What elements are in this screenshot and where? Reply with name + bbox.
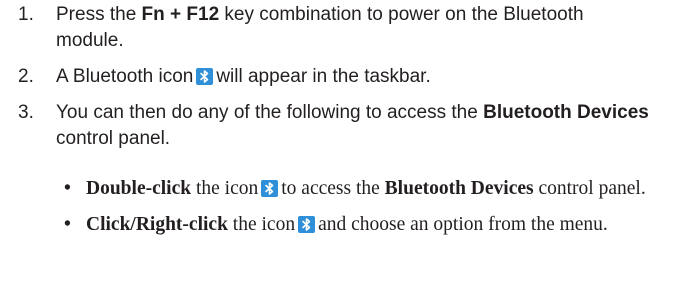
option-text: control panel. bbox=[533, 178, 646, 199]
key-combo: Fn + F12 bbox=[141, 4, 220, 25]
bullet: • bbox=[64, 178, 71, 199]
panel-name: Bluetooth Devices bbox=[483, 102, 649, 123]
option-text: and choose an option from the menu. bbox=[318, 214, 608, 235]
step-1: 1. Press the Fn + F12 key combination to … bbox=[0, 2, 656, 54]
step-number: 3. bbox=[18, 102, 34, 123]
bluetooth-icon bbox=[196, 68, 214, 85]
step-2: 2. A Bluetooth icon will appear in the tas… bbox=[0, 64, 656, 90]
bullet: • bbox=[64, 214, 71, 235]
action-label: Double-click bbox=[86, 178, 192, 199]
bluetooth-icon bbox=[298, 216, 316, 233]
step-number: 2. bbox=[18, 66, 34, 87]
option-text: to access the bbox=[281, 178, 385, 199]
step-text: control panel. bbox=[56, 128, 171, 149]
option-click-right-click: • Click/Right-click the icon and choose an… bbox=[0, 212, 646, 238]
step-text: Press the bbox=[56, 4, 142, 25]
step-text: will appear in the taskbar. bbox=[216, 66, 431, 87]
instruction-document: 1. Press the Fn + F12 key combination to … bbox=[0, 0, 684, 281]
option-text: the icon bbox=[227, 214, 296, 235]
steps-list: 1. Press the Fn + F12 key combination to … bbox=[0, 2, 684, 164]
options-list: • Double-click the icon to access the Blue… bbox=[0, 176, 646, 238]
action-label: Click/Right-click bbox=[86, 214, 228, 235]
step-3: 3. You can then do any of the following t… bbox=[0, 100, 656, 152]
step-number: 1. bbox=[18, 4, 34, 25]
step-text: You can then do any of the following to … bbox=[56, 102, 484, 123]
bluetooth-icon bbox=[261, 180, 279, 197]
option-double-click: • Double-click the icon to access the Blue… bbox=[0, 176, 646, 202]
step-text: A Bluetooth icon bbox=[56, 66, 194, 87]
panel-name: Bluetooth Devices bbox=[384, 178, 534, 199]
option-text: the icon bbox=[191, 178, 259, 199]
